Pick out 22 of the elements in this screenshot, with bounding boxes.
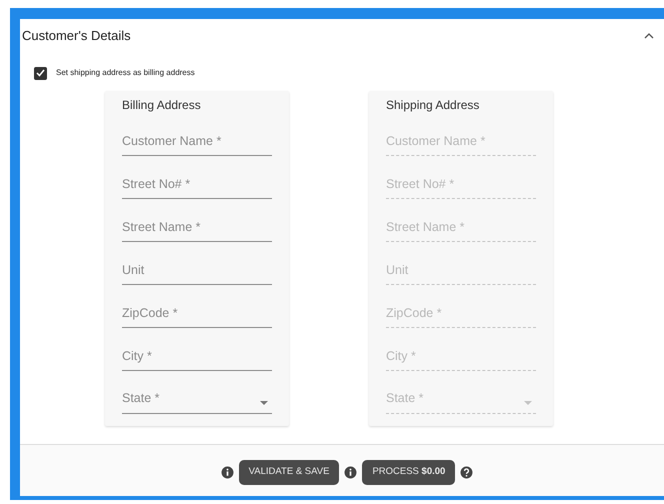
text-field[interactable]: ZipCode *	[122, 298, 272, 328]
info-icon	[220, 466, 234, 479]
select-placeholder: State *	[386, 390, 425, 408]
text-field[interactable]: Street No# *	[122, 169, 272, 199]
check-icon	[36, 69, 45, 77]
info-icon	[344, 466, 358, 479]
card-title: Shipping Address	[386, 97, 480, 114]
action-button[interactable]: PROCESS $0.00	[362, 460, 456, 485]
action-button[interactable]: VALIDATE & SAVE	[238, 460, 340, 485]
text-field[interactable]: City *	[122, 341, 272, 371]
select-placeholder: State *	[122, 390, 161, 408]
help-icon	[460, 466, 474, 479]
text-field[interactable]: Street Name *	[122, 212, 272, 242]
checkbox-label: Set shipping address as billing address	[56, 67, 195, 79]
chevron-icon[interactable]	[644, 33, 654, 39]
text-field[interactable]: Customer Name *	[122, 126, 272, 156]
dropdown-caret-icon	[524, 400, 532, 404]
checkbox[interactable]	[34, 66, 47, 80]
panel-title: Customer's Details	[22, 27, 132, 46]
text-field[interactable]: Unit	[122, 255, 272, 285]
card-title: Billing Address	[122, 97, 202, 114]
dropdown-caret-icon	[260, 400, 268, 404]
